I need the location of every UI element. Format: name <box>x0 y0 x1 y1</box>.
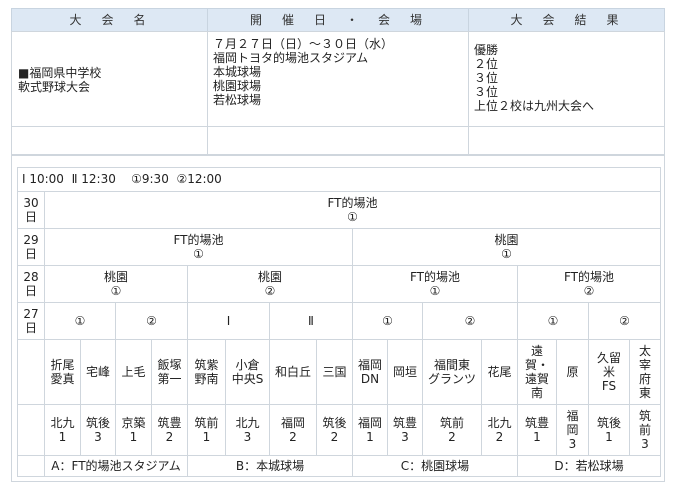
day28-q2-venue: 桃園 <box>257 270 282 284</box>
legend-venue-c: C：桃園球場 <box>352 455 518 477</box>
result-third-1: ３位 <box>474 71 499 85</box>
day28-q2-game-number: ② <box>264 284 276 298</box>
day30-game-number: ① <box>347 210 358 224</box>
team-name: 太 宰 府 東 <box>629 339 661 405</box>
time-schedule-row <box>17 167 661 192</box>
team-name: 福岡 DN <box>352 339 388 405</box>
team-region: 筑豊 2 <box>151 404 188 456</box>
team-name: 小倉 中央S <box>225 339 270 405</box>
day27-game-3: Ⅰ <box>187 302 270 340</box>
day29-s1-venue: FT的場池 <box>173 233 224 247</box>
result-champion: 優勝 <box>474 43 499 57</box>
day27-game-6: ② <box>422 302 518 340</box>
header-dates-venues-label: 開 催 日 ・ 会 場 <box>249 13 426 27</box>
team-name: 三国 <box>316 339 353 405</box>
header-dates-venues: 開 催 日 ・ 会 場 <box>207 8 469 32</box>
team-region: 北九 2 <box>481 404 518 456</box>
dates-line: ７月２７日（日）～３０日（水） <box>213 37 394 51</box>
header-event-name-label: 大 会 名 <box>69 13 150 27</box>
day30-final-game: FT的場池 ① <box>44 191 661 229</box>
day30-venue: FT的場池 <box>327 196 378 210</box>
blank-cell-1 <box>11 126 208 155</box>
result-third-2: ３位 <box>474 85 499 99</box>
day-label-28: 28 日 <box>17 265 45 303</box>
blank-cell-3 <box>468 126 665 155</box>
team-name: 上毛 <box>115 339 152 405</box>
region-row-left-margin <box>17 404 45 456</box>
result-second: ２位 <box>474 57 499 71</box>
team-region: 筑後 1 <box>588 404 630 456</box>
team-region: 京築 1 <box>115 404 152 456</box>
team-region: 筑後 3 <box>80 404 116 456</box>
header-results-label: 大 会 結 果 <box>510 13 623 27</box>
team-name: 久留 米 FS <box>588 339 630 405</box>
event-name-line-1: ■福岡県中学校 <box>18 66 102 80</box>
team-name: 筑紫 野南 <box>187 339 226 405</box>
day28-q1-game-number: ① <box>110 284 122 298</box>
team-region: 福岡 1 <box>352 404 388 456</box>
event-name-cell: ■福岡県中学校 軟式野球大会 <box>11 31 208 127</box>
day27-game-5: ① <box>352 302 423 340</box>
day28-quarterfinal-4: FT的場池 ② <box>517 265 661 303</box>
team-name: 遠 賀・ 遠賀 南 <box>517 339 557 405</box>
header-results: 大 会 結 果 <box>468 8 665 32</box>
day28-quarterfinal-2: 桃園 ② <box>187 265 353 303</box>
day-label-29: 29 日 <box>17 228 45 266</box>
day28-q3-venue: FT的場池 <box>409 270 461 284</box>
day29-semifinal-2: 桃園 ① <box>352 228 661 266</box>
day28-q3-game-number: ① <box>429 284 441 298</box>
day29-s2-game-number: ① <box>501 247 512 261</box>
day29-semifinal-1: FT的場池 ① <box>44 228 353 266</box>
day27-game-7: ① <box>517 302 589 340</box>
team-name: 宅峰 <box>80 339 116 405</box>
day28-q4-venue: FT的場池 <box>563 270 615 284</box>
dates-venues-cell: ７月２７日（日）～３０日（水） 福岡トヨタ的場池スタジアム 本城球場 桃園球場 … <box>207 31 469 127</box>
day28-q1-venue: 桃園 <box>103 270 128 284</box>
day27-game-4: Ⅱ <box>269 302 353 340</box>
team-name: 岡垣 <box>387 339 423 405</box>
result-note: 上位２校は九州大会へ <box>474 99 595 113</box>
team-name: 福間東 グランツ <box>422 339 482 405</box>
legend-venue-a: A：FT的場池スタジアム <box>44 455 188 477</box>
day28-quarterfinal-3: FT的場池 ① <box>352 265 518 303</box>
team-row-left-margin <box>17 339 45 405</box>
day27-game-1: ① <box>44 302 116 340</box>
team-region: 筑前 1 <box>187 404 226 456</box>
team-name: 和白丘 <box>269 339 317 405</box>
team-region: 筑豊 3 <box>387 404 423 456</box>
header-event-name: 大 会 名 <box>11 8 208 32</box>
day27-game-2: ② <box>115 302 188 340</box>
venue-line-1: 福岡トヨタ的場池スタジアム <box>213 51 369 65</box>
day28-quarterfinal-1: 桃園 ① <box>44 265 188 303</box>
team-region: 北九 3 <box>225 404 270 456</box>
team-region: 筑 前 3 <box>629 404 661 456</box>
team-region: 北九 1 <box>44 404 81 456</box>
venue-line-3: 桃園球場 <box>213 79 262 93</box>
team-name: 飯塚 第一 <box>151 339 188 405</box>
legend-venue-b: B：本城球場 <box>187 455 353 477</box>
day-label-30: 30 日 <box>17 191 45 229</box>
team-region: 福岡 2 <box>269 404 317 456</box>
team-name: 原 <box>556 339 589 405</box>
results-cell: 優勝 ２位 ３位 ３位 上位２校は九州大会へ <box>468 31 665 127</box>
team-region: 筑前 2 <box>422 404 482 456</box>
day27-game-8: ② <box>588 302 661 340</box>
venue-line-4: 若松球場 <box>213 93 262 107</box>
legend-venue-d: D：若松球場 <box>517 455 661 477</box>
day29-s2-venue: 桃園 <box>494 233 519 247</box>
team-name: 花尾 <box>481 339 518 405</box>
venue-line-2: 本城球場 <box>213 65 262 79</box>
event-name-line-2: 軟式野球大会 <box>18 80 91 94</box>
legend-row-left-margin <box>17 455 45 477</box>
day29-s1-game-number: ① <box>193 247 204 261</box>
day28-q4-game-number: ② <box>583 284 595 298</box>
team-name: 折尾 愛真 <box>44 339 81 405</box>
blank-cell-2 <box>207 126 469 155</box>
day-label-27: 27 日 <box>17 302 45 340</box>
team-region: 福 岡 3 <box>556 404 589 456</box>
team-region: 筑豊 1 <box>517 404 557 456</box>
team-region: 筑後 2 <box>316 404 353 456</box>
